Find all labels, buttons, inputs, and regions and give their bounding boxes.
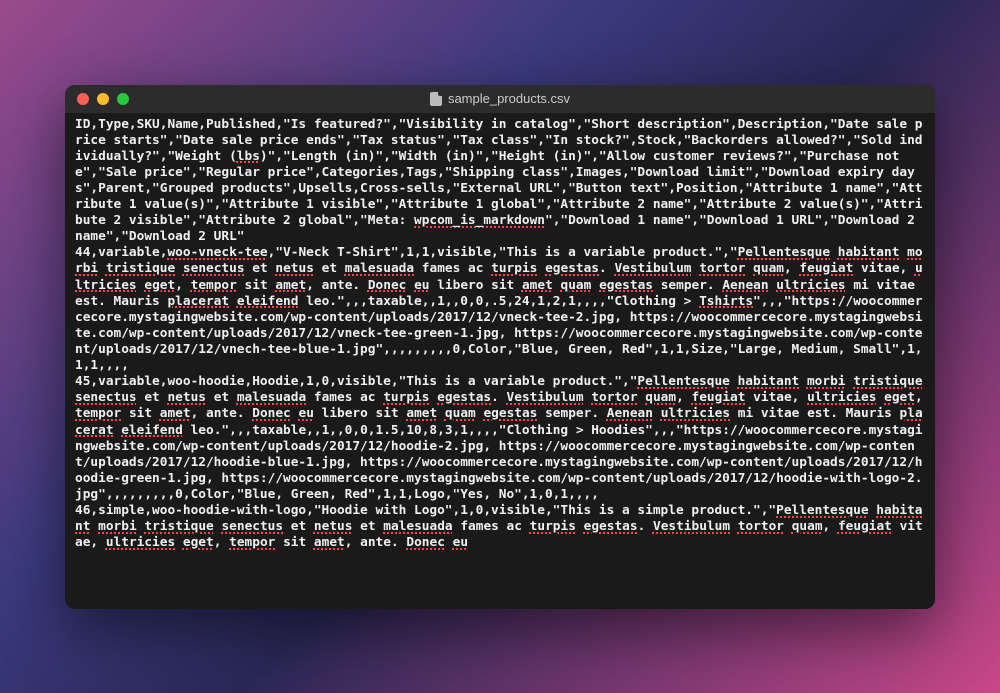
spellcheck-underline: wpcom_is_markdown — [414, 213, 545, 228]
spellcheck-underline: senectus — [221, 519, 283, 534]
document-icon — [430, 92, 442, 106]
spellcheck-underline: eleifend — [121, 423, 183, 438]
spellcheck-underline: egestas — [483, 406, 537, 421]
spellcheck-underline: quam — [445, 406, 476, 421]
traffic-lights — [77, 93, 129, 105]
minimize-button[interactable] — [97, 93, 109, 105]
spellcheck-underline: quam — [561, 278, 592, 293]
spellcheck-underline: netus — [275, 261, 314, 276]
spellcheck-underline: tempor — [191, 278, 237, 293]
spellcheck-underline: Aenean — [722, 278, 768, 293]
spellcheck-underline: eu — [298, 406, 313, 421]
spellcheck-underline: woo-vneck-tee — [167, 245, 267, 260]
spellcheck-underline: turpis — [530, 519, 576, 534]
spellcheck-underline: eu — [414, 278, 429, 293]
title-wrap: sample_products.csv — [65, 91, 935, 106]
spellcheck-underline: Donec — [368, 278, 407, 293]
spellcheck-underline: lbs — [237, 149, 260, 164]
spellcheck-underline: turpis — [383, 390, 429, 405]
spellcheck-underline: Aenean — [607, 406, 653, 421]
spellcheck-underline: netus — [314, 519, 353, 534]
spellcheck-underline: tristique — [853, 374, 922, 389]
spellcheck-underline: Pellentesque — [637, 374, 729, 389]
spellcheck-underline: egestas — [599, 278, 653, 293]
spellcheck-underline: ultricies — [661, 406, 730, 421]
spellcheck-underline: tortor — [591, 390, 637, 405]
spellcheck-underline: Vestibulum — [614, 261, 691, 276]
spellcheck-underline: egestas — [584, 519, 638, 534]
spellcheck-underline: amet — [314, 535, 345, 550]
spellcheck-underline: feugiat — [838, 519, 892, 534]
spellcheck-underline: senectus — [183, 261, 245, 276]
spellcheck-underline: amet — [275, 278, 306, 293]
spellcheck-underline: netus — [167, 390, 206, 405]
spellcheck-underline: malesuada — [345, 261, 414, 276]
spellcheck-underline: amet — [522, 278, 553, 293]
window-title: sample_products.csv — [448, 91, 570, 106]
spellcheck-underline: malesuada — [237, 390, 306, 405]
spellcheck-underline: Pellentesque — [776, 503, 868, 518]
spellcheck-underline: eget — [183, 535, 214, 550]
spellcheck-underline: tristique — [106, 261, 175, 276]
spellcheck-underline: Vestibulum — [507, 390, 584, 405]
spellcheck-underline: Vestibulum — [653, 519, 730, 534]
spellcheck-underline: quam — [792, 519, 823, 534]
spellcheck-underline: turpis — [491, 261, 537, 276]
spellcheck-underline: placerat — [167, 294, 229, 309]
spellcheck-underline: senectus — [75, 390, 137, 405]
spellcheck-underline: ultricies — [106, 535, 175, 550]
spellcheck-underline: egestas — [437, 390, 491, 405]
editor-window: sample_products.csv ID,Type,SKU,Name,Pub… — [65, 85, 935, 609]
titlebar[interactable]: sample_products.csv — [65, 85, 935, 113]
spellcheck-underline: eget — [884, 390, 915, 405]
spellcheck-underline: tortor — [738, 519, 784, 534]
spellcheck-underline: amet — [160, 406, 191, 421]
spellcheck-underline: ultricies — [776, 278, 845, 293]
spellcheck-underline: eget — [144, 278, 175, 293]
spellcheck-underline: ultricies — [807, 390, 876, 405]
spellcheck-underline: morbi — [98, 519, 137, 534]
spellcheck-underline: quam — [645, 390, 676, 405]
spellcheck-underline: Donec — [406, 535, 445, 550]
spellcheck-underline: amet — [406, 406, 437, 421]
spellcheck-underline: tempor — [75, 406, 121, 421]
spellcheck-underline: tortor — [699, 261, 745, 276]
maximize-button[interactable] — [117, 93, 129, 105]
spellcheck-underline: morbi — [807, 374, 846, 389]
spellcheck-underline: eu — [453, 535, 468, 550]
spellcheck-underline: eleifend — [237, 294, 299, 309]
spellcheck-underline: Tshirts — [699, 294, 753, 309]
spellcheck-underline: feugiat — [799, 261, 853, 276]
spellcheck-underline: malesuada — [383, 519, 452, 534]
spellcheck-underline: Donec — [252, 406, 291, 421]
close-button[interactable] — [77, 93, 89, 105]
spellcheck-underline: habitant — [738, 374, 800, 389]
spellcheck-underline: egestas — [545, 261, 599, 276]
spellcheck-underline: habitant — [838, 245, 900, 260]
spellcheck-underline: Pellentesque — [738, 245, 830, 260]
file-content[interactable]: ID,Type,SKU,Name,Published,"Is featured?… — [65, 113, 935, 609]
spellcheck-underline: feugiat — [692, 390, 746, 405]
spellcheck-underline: tristique — [144, 519, 213, 534]
spellcheck-underline: tempor — [229, 535, 275, 550]
spellcheck-underline: quam — [753, 261, 784, 276]
